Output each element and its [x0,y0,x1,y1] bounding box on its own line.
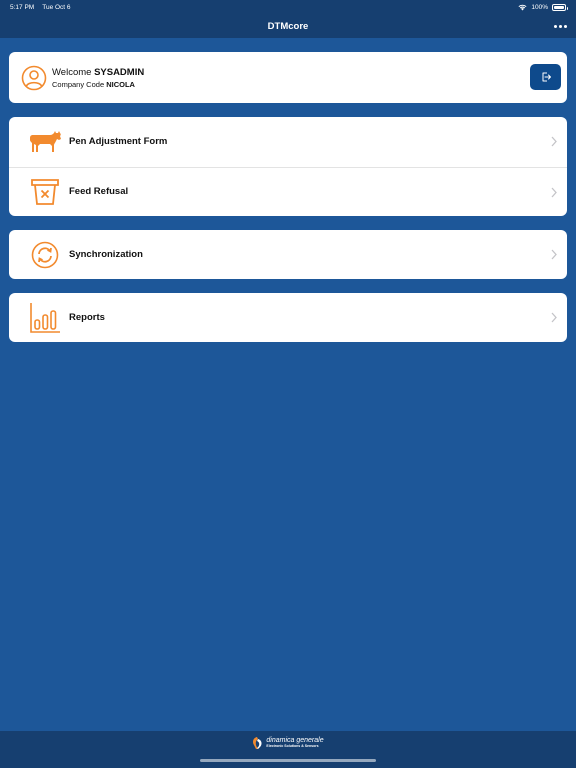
company-text: Company Code NICOLA [52,80,144,89]
menu-label-feed-refusal: Feed Refusal [69,186,129,198]
feed-bin-icon [27,177,63,207]
brand-logo: dinamica generale Electronic Solutions &… [252,736,324,750]
chevron-right-icon [551,249,557,260]
bar-chart-icon [27,302,63,333]
menu-item-feed-refusal[interactable]: Feed Refusal [9,166,567,217]
more-dot-icon [558,24,562,28]
footer: dinamica generale Electronic Solutions &… [0,731,576,768]
sync-group: Synchronization [9,230,567,279]
status-bar: 5:17 PM Tue Oct 6 100% [0,0,576,14]
chevron-right-icon [551,312,557,323]
wifi-icon [518,4,527,10]
menu-label-reports: Reports [69,312,105,324]
sync-icon [27,240,63,270]
menu-item-reports[interactable]: Reports [9,293,567,342]
more-options-button[interactable] [552,18,568,34]
welcome-text: Welcome SYSADMIN [52,67,144,78]
nav-bar: DTMcore [0,14,576,38]
welcome-prefix: Welcome [52,66,92,78]
menu-label-synchronization: Synchronization [69,249,143,261]
logout-icon [542,72,551,82]
menu-item-synchronization[interactable]: Synchronization [9,230,567,279]
battery-icon [552,3,568,11]
user-card: Welcome SYSADMIN Company Code NICOLA [9,52,567,103]
cow-icon [27,127,63,157]
user-avatar-icon [21,65,47,90]
company-prefix: Company Code [52,79,105,89]
battery-percent: 100% [531,3,548,11]
home-indicator[interactable] [200,759,376,762]
logout-button[interactable] [530,64,561,90]
menu-item-pen-adjustment[interactable]: Pen Adjustment Form [9,117,567,167]
status-date: Tue Oct 6 [42,3,71,11]
chevron-right-icon [551,136,557,147]
reports-group: Reports [9,293,567,342]
brand-mark-icon [253,737,262,749]
forms-group: Pen Adjustment Form Feed Refusal [9,117,567,216]
username: SYSADMIN [94,66,145,78]
company-code: NICOLA [106,79,135,89]
page-title: DTMcore [267,20,309,32]
more-dot-icon [563,24,567,28]
chevron-right-icon [551,187,557,197]
brand-name: dinamica generale [266,737,324,745]
status-time: 5:17 PM [10,3,35,11]
brand-tagline: Electronic Solutions & Sensors [266,744,319,749]
more-dot-icon [553,24,557,28]
menu-label-pen-adjustment: Pen Adjustment Form [69,136,168,148]
